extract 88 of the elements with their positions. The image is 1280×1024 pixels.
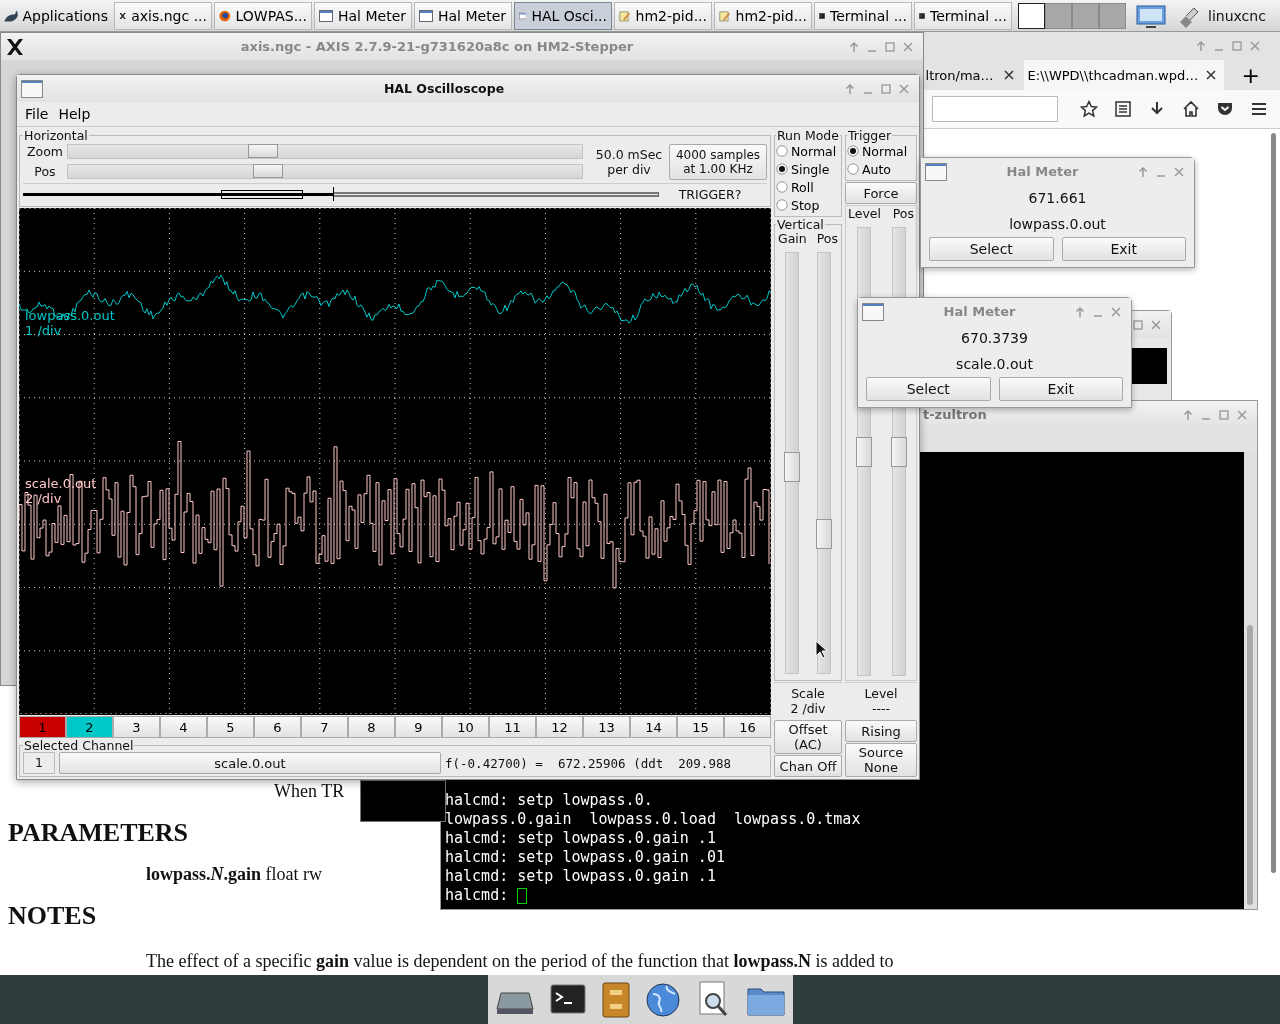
meter-value: 671.661: [1027, 189, 1088, 208]
meter-value: 670.3739: [960, 329, 1029, 348]
pin-button[interactable]: scale.0.out: [59, 752, 441, 774]
level-readout: Level ----: [845, 682, 917, 719]
window-title: t-zultron: [923, 407, 988, 422]
slider-label: Level: [848, 206, 881, 221]
menu-item[interactable]: Help: [58, 106, 91, 122]
value-readout: f(-0.42700) = 672.25906 (ddt 209.988: [445, 755, 731, 771]
radio-button[interactable]: Roll: [776, 178, 814, 196]
paragraph: The effect of a specific gain value is dependent on the period of the function that lowpass.N is added to: [146, 951, 894, 972]
channel-off-button[interactable]: Chan Off: [774, 755, 842, 777]
parameter-text: lowpass.N.gain float rw: [146, 864, 323, 885]
trigger-status: TRIGGER?: [677, 186, 743, 202]
window-title: HAL Oscilloscope: [382, 81, 506, 96]
taskbar-button[interactable]: hm2-pid...: [614, 1, 712, 30]
browser-tab[interactable]: E:\\WPD\\thcadman.wpd…: [1023, 60, 1224, 90]
slider-label: Pos: [892, 206, 914, 221]
section-heading: PARAMETERS: [8, 818, 189, 848]
channel-button[interactable]: 8: [348, 716, 395, 738]
applications-menu[interactable]: Applications: [0, 1, 112, 30]
channel-button[interactable]: 2: [66, 716, 113, 738]
radio-button[interactable]: Auto: [847, 160, 892, 178]
window-title: Hal Meter: [1005, 164, 1080, 179]
pin-name: lowpass.0.out: [1008, 215, 1107, 234]
scale-readout: Scale 2 /div: [774, 682, 842, 719]
channel-button[interactable]: 16: [724, 716, 771, 738]
group-label: Trigger: [847, 129, 893, 142]
terminal-line: lowpass.0.gain lowpass.0.load lowpass.0.tmax: [445, 810, 862, 829]
group-label: Run Mode: [776, 129, 840, 142]
source-button[interactable]: Source None: [845, 743, 917, 777]
slider-label: Gain: [778, 231, 807, 246]
slider-label: Pos: [816, 231, 838, 246]
time-per-division: 50.0 mSec per div: [594, 146, 664, 177]
terminal-line: halcmd: setp lowpass.0.gain .1: [445, 867, 717, 886]
channel-button[interactable]: 10: [442, 716, 489, 738]
slider-label: Zoom: [25, 144, 64, 159]
group-label: Selected Channel: [23, 739, 135, 752]
select-button[interactable]: Select: [866, 377, 991, 401]
page-text: When TR: [274, 781, 345, 802]
taskbar-button[interactable]: Hal Meter: [314, 1, 412, 30]
channel-button[interactable]: 6: [254, 716, 301, 738]
channel-number: 1: [23, 752, 55, 774]
taskbar-button[interactable]: axis.ngc ...: [114, 1, 212, 30]
select-button[interactable]: Select: [929, 237, 1054, 261]
pin-name: scale.0.out: [955, 355, 1034, 374]
channel-button[interactable]: 11: [489, 716, 536, 738]
slider-label: Pos: [33, 164, 57, 179]
channel-button[interactable]: 15: [677, 716, 724, 738]
group-label: Vertical: [776, 218, 825, 231]
taskbar-button[interactable]: hm2-pid...: [714, 1, 812, 30]
taskbar-button[interactable]: Terminal ...: [814, 1, 912, 30]
radio-button[interactable]: Normal: [776, 142, 837, 160]
user-name: linuxcnc: [1208, 7, 1266, 24]
taskbar-button[interactable]: LOWPAS...: [214, 1, 312, 30]
terminal-line: halcmd: setp lowpass.0.: [445, 791, 654, 810]
exit-button[interactable]: Exit: [1061, 237, 1186, 261]
trace-scale: 2 /div: [25, 491, 62, 506]
taskbar-button[interactable]: Terminal ...: [914, 1, 1012, 30]
group-label: Horizontal: [23, 129, 89, 142]
radio-button[interactable]: Stop: [776, 196, 820, 214]
radio-button[interactable]: Single: [776, 160, 830, 178]
browser-tab[interactable]: ltron/ma…: [921, 60, 1022, 90]
force-button[interactable]: Force: [845, 182, 917, 204]
channel-button[interactable]: 12: [536, 716, 583, 738]
menu-item[interactable]: File: [25, 106, 49, 122]
channel-button[interactable]: 13: [583, 716, 630, 738]
taskbar-button[interactable]: Hal Meter: [414, 1, 512, 30]
channel-button[interactable]: 7: [301, 716, 348, 738]
edge-button[interactable]: Rising: [845, 720, 917, 742]
offset-button[interactable]: Offset (AC): [774, 720, 842, 754]
window-title: axis.ngc - AXIS 2.7.9-21-g731620a8c on HM2-Stepper: [239, 39, 635, 54]
channel-button[interactable]: 14: [630, 716, 677, 738]
channel-button[interactable]: 3: [113, 716, 160, 738]
channel-button[interactable]: 5: [207, 716, 254, 738]
trace-label: scale.0.out: [25, 476, 97, 491]
channel-button[interactable]: 4: [160, 716, 207, 738]
section-heading: NOTES: [8, 901, 97, 931]
terminal-line: halcmd: setp lowpass.0.gain .01: [445, 848, 726, 867]
terminal-line: halcmd: setp lowpass.0.gain .1: [445, 829, 717, 848]
samples-button[interactable]: 4000 samples at 1.00 KHz: [669, 143, 767, 180]
exit-button[interactable]: Exit: [998, 377, 1123, 401]
new-tab-button[interactable]: +: [1237, 62, 1264, 88]
window-title: Hal Meter: [942, 304, 1017, 319]
channel-button[interactable]: 9: [395, 716, 442, 738]
terminal-prompt: halcmd:: [445, 886, 510, 905]
radio-button[interactable]: Normal: [847, 142, 908, 160]
trace-scale: 1 /div: [25, 323, 62, 338]
taskbar-button[interactable]: HAL Osci...: [514, 1, 612, 30]
